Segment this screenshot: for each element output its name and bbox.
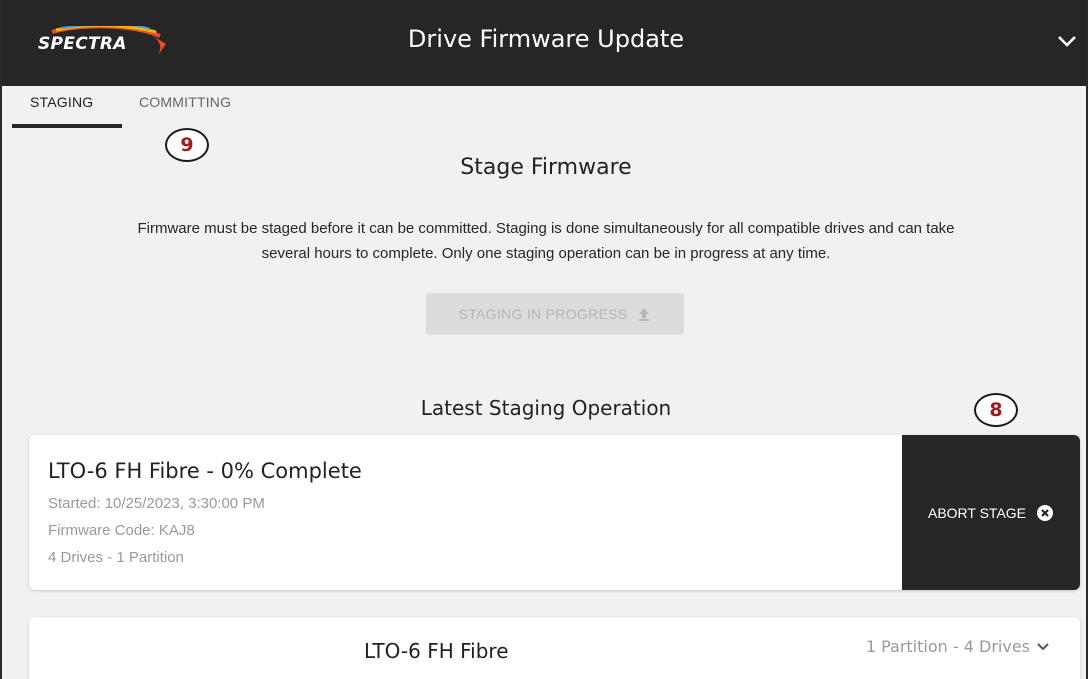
latest-staging-heading: Latest Staging Operation [420,396,672,420]
operation-title: LTO-6 FH Fibre - 0% Complete [48,459,362,483]
callout-number-8: 8 [974,393,1018,427]
tab-bar: STAGING COMMITTING [12,86,312,130]
upload-icon [639,308,650,321]
drive-group-title: LTO-6 FH Fibre [364,639,509,663]
chevron-down-icon[interactable] [1056,33,1078,51]
tab-staging[interactable]: STAGING [30,94,93,110]
tab-committing[interactable]: COMMITTING [139,94,231,110]
drive-group-card[interactable]: LTO-6 FH Fibre 1 Partition - 4 Drives [29,617,1080,679]
stage-description-line-1: Firmware must be staged before it can be… [137,220,955,237]
active-tab-indicator [12,124,122,128]
stage-description: Firmware must be staged before it can be… [22,216,1070,266]
operation-drive-count: 4 Drives - 1 Partition [48,549,184,566]
abort-stage-label: ABORT STAGE [927,504,1027,521]
drive-group-meta: 1 Partition - 4 Drives [866,637,1050,656]
stage-description-line-2: several hours to complete. Only one stag… [261,245,831,262]
operation-started: Started: 10/25/2023, 3:30:00 PM [48,495,265,512]
app-frame: SPECTRA Drive Firmware Update STAGING CO… [0,0,1088,679]
chevron-down-icon[interactable] [1036,642,1050,652]
staging-in-progress-button[interactable]: STAGING IN PROGRESS [426,293,684,335]
stage-button-label: STAGING IN PROGRESS [458,306,628,322]
drive-group-meta-text: 1 Partition - 4 Drives [865,637,1030,656]
staging-operation-card: LTO-6 FH Fibre - 0% Complete Started: 10… [29,435,1080,590]
app-header: SPECTRA Drive Firmware Update [2,0,1086,86]
stage-firmware-heading: Stage Firmware [460,155,632,180]
abort-stage-button[interactable]: ABORT STAGE [902,435,1080,590]
close-circle-icon [1037,504,1054,521]
page-title: Drive Firmware Update [407,25,685,53]
operation-firmware-code: Firmware Code: KAJ8 [48,522,195,539]
